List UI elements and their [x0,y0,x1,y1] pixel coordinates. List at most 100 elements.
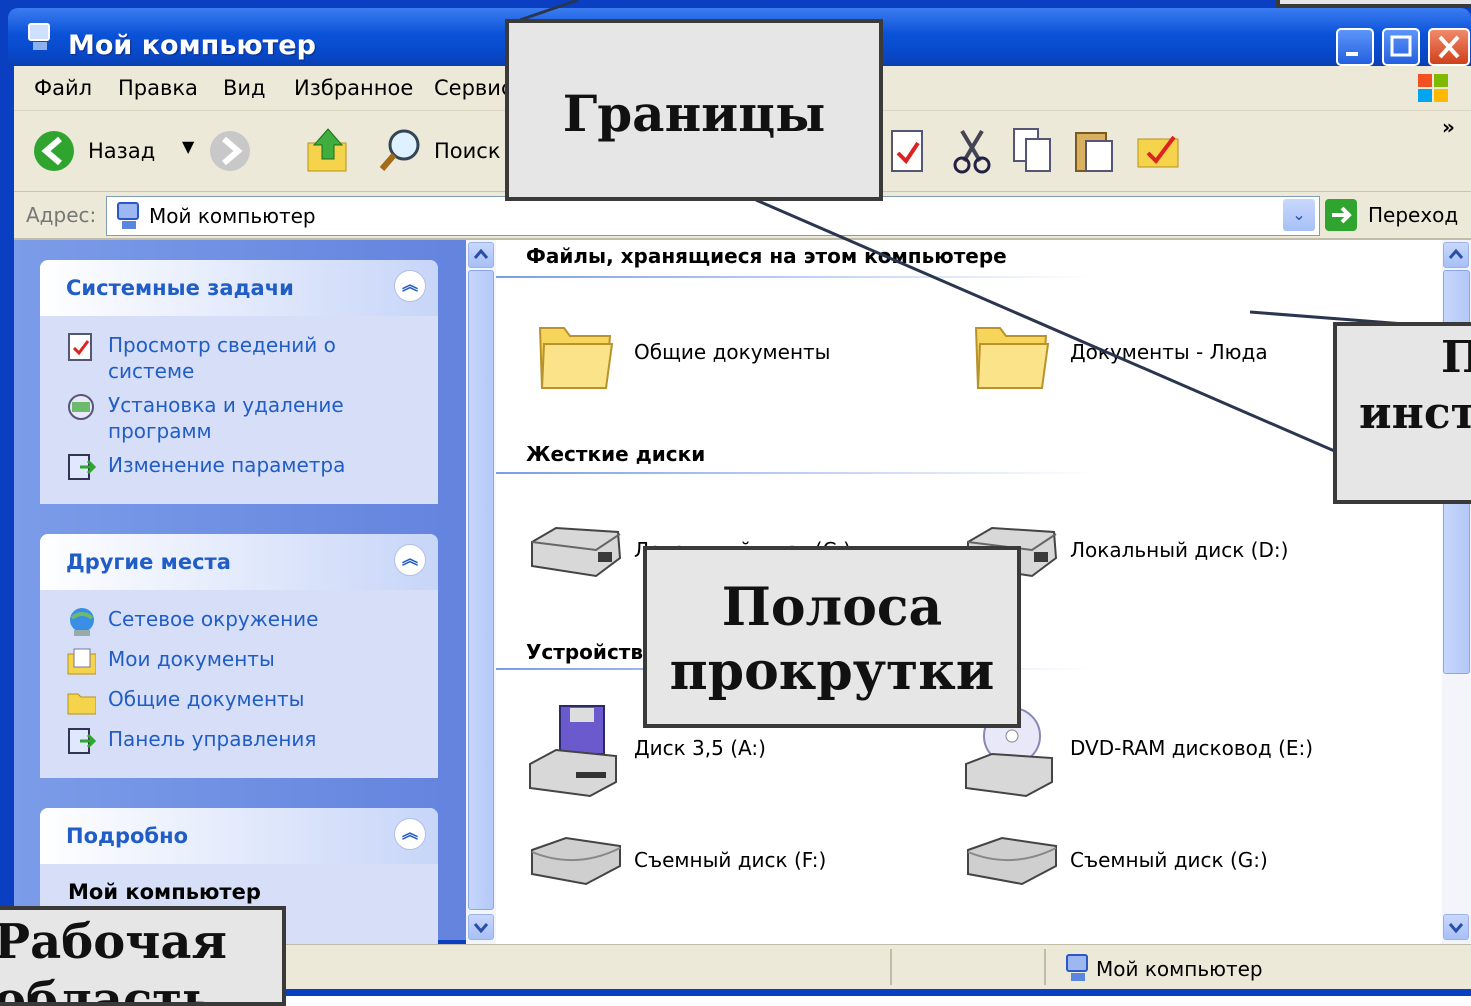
menu-edit[interactable]: Правка [118,76,198,100]
other-places-panel: Другие места ︽ Сетевое окружение Мои док… [40,534,438,778]
address-dropdown-icon[interactable]: ⌄ [1283,199,1315,231]
window-title: Мой компьютер [68,30,316,61]
back-dropdown-icon[interactable]: ▼ [182,137,194,156]
system-tasks-panel: Системные задачи ︽ Просмотр сведений о си… [40,260,438,504]
removable-disk-icon[interactable] [962,830,1062,890]
my-computer-icon [117,202,139,229]
callout-toolbar-line2: инструментов [1359,388,1471,439]
address-value: Мой компьютер [149,204,316,228]
place-control-panel[interactable]: Панель управления [108,726,316,752]
my-computer-icon [1066,954,1088,981]
windows-logo-icon [1418,74,1448,102]
place-network[interactable]: Сетевое окружение [108,606,318,632]
maximize-button[interactable] [1382,28,1420,66]
scroll-up-button[interactable] [1443,242,1469,268]
scroll-thumb[interactable] [468,270,494,910]
network-icon [70,608,94,636]
collapse-chevron-icon[interactable]: ︽ [394,818,426,850]
removable-disk-icon[interactable] [526,830,626,890]
menu-tools[interactable]: Сервис [434,76,512,100]
group-heading-hard-disks: Жесткие диски [526,442,706,466]
other-places-title: Другие места [66,550,231,574]
go-arrow-icon [1325,199,1357,231]
status-divider [890,949,892,985]
system-tasks-header[interactable]: Системные задачи ︽ [40,260,438,316]
menu-favorites[interactable]: Избранное [294,76,413,100]
system-info-icon [68,333,92,361]
toolbar-more-button[interactable]: » [1442,115,1455,139]
collapse-chevron-icon[interactable]: ︽ [394,270,426,302]
place-my-documents[interactable]: Мои документы [108,646,275,672]
details-title: Подробно [66,824,189,848]
item-shared-documents[interactable]: Общие документы [634,340,830,364]
my-documents-icon [67,648,96,675]
back-label: Назад [88,139,156,163]
copy-icon[interactable] [1010,127,1056,175]
callout-toolbar-line1: Панель [1441,332,1471,383]
my-computer-icon [28,23,50,50]
chevron-down-icon [1448,923,1464,934]
item-local-disk-d[interactable]: Локальный диск (D:) [1070,538,1288,562]
chevron-up-icon [1448,248,1464,259]
task-pane-scrollbar[interactable] [466,240,496,944]
back-arrow-icon [34,131,74,171]
floppy-drive-icon[interactable] [526,702,622,798]
task-change-settings[interactable]: Изменение параметра [108,452,345,478]
minimize-button[interactable] [1336,28,1374,66]
menu-view[interactable]: Вид [223,76,266,100]
place-shared-documents[interactable]: Общие документы [108,686,304,712]
chevron-down-icon [473,923,489,934]
item-removable-f[interactable]: Съемный диск (F:) [634,848,826,872]
minimize-icon [1346,52,1358,56]
chevron-up-icon [473,248,489,259]
collapse-chevron-icon[interactable]: ︽ [394,544,426,576]
add-remove-programs-icon [68,394,94,420]
back-button[interactable]: Назад ▼ [32,129,202,173]
folder-icon[interactable] [536,316,616,392]
paste-icon[interactable] [1072,125,1118,175]
group-heading-files: Файлы, хранящиеся на этом компьютере [526,244,1007,268]
properties-icon[interactable] [888,129,928,175]
details-header[interactable]: Подробно ︽ [40,808,438,864]
search-icon [379,129,420,171]
folder-icon[interactable] [972,316,1052,392]
task-system-info[interactable]: Просмотр сведений о системе [108,332,336,384]
go-label: Переход [1368,203,1459,227]
other-places-header[interactable]: Другие места ︽ [40,534,438,590]
callout-work-area: Рабочая область [0,906,286,1006]
move-to-folder-icon[interactable] [1134,127,1184,173]
task-system-info-line2: системе [108,359,195,383]
item-removable-g[interactable]: Съемный диск (G:) [1070,848,1268,872]
up-folder-icon[interactable] [304,125,354,175]
menu-file[interactable]: Файл [34,76,92,100]
scroll-up-button[interactable] [468,242,494,268]
callout-work-area-line1: Рабочая [0,914,227,970]
control-panel-icon [68,454,96,480]
item-user-documents[interactable]: Документы - Люда [1070,340,1268,364]
control-panel-icon [68,728,96,754]
item-dvd-e[interactable]: DVD-RAM дисковод (E:) [1070,736,1313,760]
group-divider [496,472,1096,474]
task-add-remove-line2: программ [108,419,212,443]
cut-icon[interactable] [950,127,994,175]
hard-disk-icon[interactable] [526,522,626,582]
go-button[interactable]: Переход [1322,196,1467,234]
close-icon [1438,35,1460,59]
callout-work-area-line2: область [0,972,215,1006]
details-name: Мой компьютер [68,880,261,904]
close-button[interactable] [1428,28,1470,66]
task-add-remove-line1: Установка и удаление [108,393,344,417]
callout-borders: Границы [505,19,883,201]
forward-arrow-icon[interactable] [208,129,252,173]
search-button[interactable]: Поиск [376,125,506,175]
callout-scrollbar: Полоса прокрутки [643,546,1021,728]
scroll-down-button[interactable] [1443,914,1469,940]
task-add-remove-programs[interactable]: Установка и удаление программ [108,392,344,444]
callout-toolbar: Панель инструментов [1333,322,1471,504]
folder-icon [67,693,96,715]
status-divider [1044,949,1046,985]
scroll-down-button[interactable] [468,914,494,940]
group-divider [496,276,1096,278]
maximize-icon [1390,35,1412,57]
item-floppy-a[interactable]: Диск 3,5 (A:) [634,736,766,760]
